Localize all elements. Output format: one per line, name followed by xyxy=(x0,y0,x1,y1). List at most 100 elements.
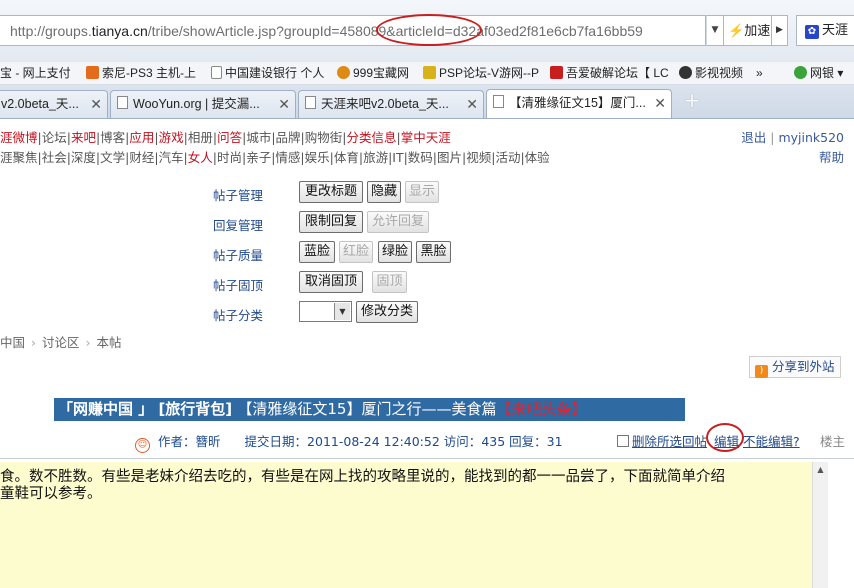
site-icon xyxy=(337,66,350,79)
label-post-management: 帖子管理 xyxy=(213,188,264,203)
bookmark-item[interactable]: 影视视频 xyxy=(679,62,743,84)
bookmark-item[interactable]: PSP论坛-V游网--P xyxy=(423,62,539,84)
url-input[interactable]: http://groups.tianya.cn/tribe/showArticl… xyxy=(0,15,706,46)
browser-tab[interactable]: 天涯来吧v2.0beta_天... ✕ xyxy=(298,90,484,118)
post-body: 食。数不胜数。有些是老妹介绍去吃的，有些是在网上找的攻略里说的，能找到的都一一品… xyxy=(0,462,812,588)
close-icon[interactable]: ✕ xyxy=(466,91,478,117)
bookmark-item[interactable]: 网银 ▾ xyxy=(794,62,843,84)
share-button[interactable]: ) 分享到外站 xyxy=(749,356,841,378)
url-highlight-annotation xyxy=(376,14,482,46)
allow-replies-button: 允许回复 xyxy=(367,211,429,233)
cant-edit-link[interactable]: 不能编辑? xyxy=(743,431,800,450)
nav-link-weibo[interactable]: 涯微博 xyxy=(0,130,38,145)
select-checkbox[interactable] xyxy=(617,435,629,447)
pin-button: 固顶 xyxy=(372,271,407,293)
browser-tab-active[interactable]: 【清雅缘征文15】厦门... ✕ xyxy=(486,89,672,118)
browser-tab[interactable]: WooYun.org | 提交漏... ✕ xyxy=(110,90,296,118)
bookmarks-more-button[interactable]: » xyxy=(756,62,763,84)
scroll-up-icon[interactable]: ▲ xyxy=(813,462,828,478)
chevron-down-icon: ▼ xyxy=(334,303,350,320)
unpin-button[interactable]: 取消固顶 xyxy=(299,271,363,293)
nav-link-group[interactable]: 涯聚焦|社会|深度|文学|财经|汽车| xyxy=(0,150,188,165)
speed-up-label: 加速 xyxy=(744,23,771,38)
nav-link-mobile[interactable]: 掌中天涯 xyxy=(401,130,451,145)
reply-count: 31 xyxy=(546,434,563,449)
bookmark-item[interactable]: 中国建设银行 个人 xyxy=(211,62,324,84)
hide-button[interactable]: 隐藏 xyxy=(367,181,401,203)
page-icon xyxy=(305,96,316,109)
site-icon xyxy=(679,66,692,79)
speed-up-button[interactable]: ⚡加速 xyxy=(724,15,772,46)
browser-tab[interactable]: v2.0beta_天... ✕ xyxy=(0,90,108,118)
site-icon xyxy=(423,66,436,79)
nav-link-group[interactable]: |城市|品牌|购物街| xyxy=(242,130,346,145)
lightning-icon: ⚡ xyxy=(728,23,745,38)
close-icon[interactable]: ✕ xyxy=(90,91,102,117)
nav-link-classifieds[interactable]: 分类信息 xyxy=(346,130,396,145)
close-icon[interactable]: ✕ xyxy=(654,90,666,116)
rss-icon: ) xyxy=(755,365,768,378)
page-icon xyxy=(117,96,128,109)
nav-link-group[interactable]: |论坛| xyxy=(38,130,71,145)
label-reply-management: 回复管理 xyxy=(213,218,264,233)
nav-link-group[interactable]: |博客| xyxy=(96,130,129,145)
floor-label: 楼主 xyxy=(820,434,846,449)
nav-link-laiba[interactable]: 来吧 xyxy=(71,130,96,145)
nav-link-women[interactable]: 女人 xyxy=(188,150,213,165)
help-link[interactable]: 帮助 xyxy=(819,147,844,166)
breadcrumb-link[interactable]: 中国 xyxy=(0,335,25,350)
nav-link-games[interactable]: 游戏 xyxy=(159,130,184,145)
go-icon[interactable]: ▶ xyxy=(772,15,788,46)
edit-highlight-annotation xyxy=(706,423,744,452)
scrollbar[interactable]: ▲ xyxy=(812,462,828,588)
close-icon[interactable]: ✕ xyxy=(278,91,290,117)
breadcrumb: 中国 › 讨论区 › 本帖 xyxy=(0,335,122,350)
top-nav-row-1: 涯微博|论坛|来吧|博客|应用|游戏|相册|问答|城市|品牌|购物街|分类信息|… xyxy=(0,130,451,145)
author-link[interactable]: 簪昕 xyxy=(196,434,221,449)
post-body-line: 食。数不胜数。有些是老妹介绍去吃的，有些是在网上找的攻略里说的，能找到的都一一品… xyxy=(0,469,725,485)
label-post-pin: 帖子固顶 xyxy=(213,278,264,293)
page-icon xyxy=(493,95,504,108)
logout-link[interactable]: 退出 xyxy=(741,130,766,145)
baidu-paw-icon: ✿ xyxy=(805,25,819,39)
breadcrumb-link[interactable]: 讨论区 xyxy=(42,335,80,350)
post-date: 2011-08-24 12:40:52 xyxy=(307,434,440,449)
taobao-icon xyxy=(86,66,99,79)
smiley-icon: ☺ xyxy=(135,438,150,453)
url-dropdown-icon[interactable]: ▼ xyxy=(706,15,724,46)
label-post-quality: 帖子质量 xyxy=(213,248,264,263)
site-icon xyxy=(794,66,807,79)
new-tab-icon[interactable]: + xyxy=(680,88,704,112)
site-icon xyxy=(550,66,563,79)
nav-link-apps[interactable]: 应用 xyxy=(129,130,154,145)
limit-replies-button[interactable]: 限制回复 xyxy=(299,211,363,233)
post-title: 「网赚中国 」 [旅行背包] 【清雅缘征文15】厦门之行——美食篇【来吧头条】 xyxy=(54,398,685,421)
breadcrumb-current: 本帖 xyxy=(96,335,122,350)
bookmarks-bar: 宝 - 网上支付 索尼-PS3 主机-上 中国建设银行 个人 999宝藏网 PS… xyxy=(0,62,854,85)
url-domain: tianya.cn xyxy=(91,23,148,39)
show-button: 显示 xyxy=(405,181,439,203)
bookmark-item[interactable]: 吾爱破解论坛【 LC xyxy=(550,62,669,84)
search-engine-label: 天涯 xyxy=(822,23,849,38)
black-face-button[interactable]: 黑脸 xyxy=(416,241,451,263)
top-nav-row-2: 涯聚焦|社会|深度|文学|财经|汽车|女人|时尚|亲子|情感|娱乐|体育|旅游|… xyxy=(0,147,550,166)
change-category-button[interactable]: 修改分类 xyxy=(356,301,418,323)
bookmark-item[interactable]: 宝 - 网上支付 xyxy=(0,62,71,84)
search-input[interactable]: ✿ 天涯 xyxy=(796,15,854,46)
delete-selected-link[interactable]: 删除所选回帖 xyxy=(617,431,707,450)
nav-link-group[interactable]: |相册| xyxy=(184,130,217,145)
page-icon xyxy=(211,66,222,79)
bookmark-item[interactable]: 索尼-PS3 主机-上 xyxy=(86,62,196,84)
green-face-button[interactable]: 绿脸 xyxy=(378,241,412,263)
divider xyxy=(0,458,854,459)
url-prefix: http://groups. xyxy=(10,23,92,39)
category-select[interactable]: ▼ xyxy=(299,301,352,322)
nav-link-qa[interactable]: 问答 xyxy=(217,130,242,145)
post-body-line: 童鞋可以参考。 xyxy=(0,486,102,502)
username-link[interactable]: myjink520 xyxy=(778,130,844,145)
nav-link-group[interactable]: |时尚|亲子|情感|娱乐|体育|旅游|IT|数码|图片|视频|活动|体验 xyxy=(213,150,550,165)
change-title-button[interactable]: 更改标题 xyxy=(299,181,363,203)
bookmark-item[interactable]: 999宝藏网 xyxy=(337,62,409,84)
blue-face-button[interactable]: 蓝脸 xyxy=(299,241,335,263)
label-post-category: 帖子分类 xyxy=(213,308,264,323)
